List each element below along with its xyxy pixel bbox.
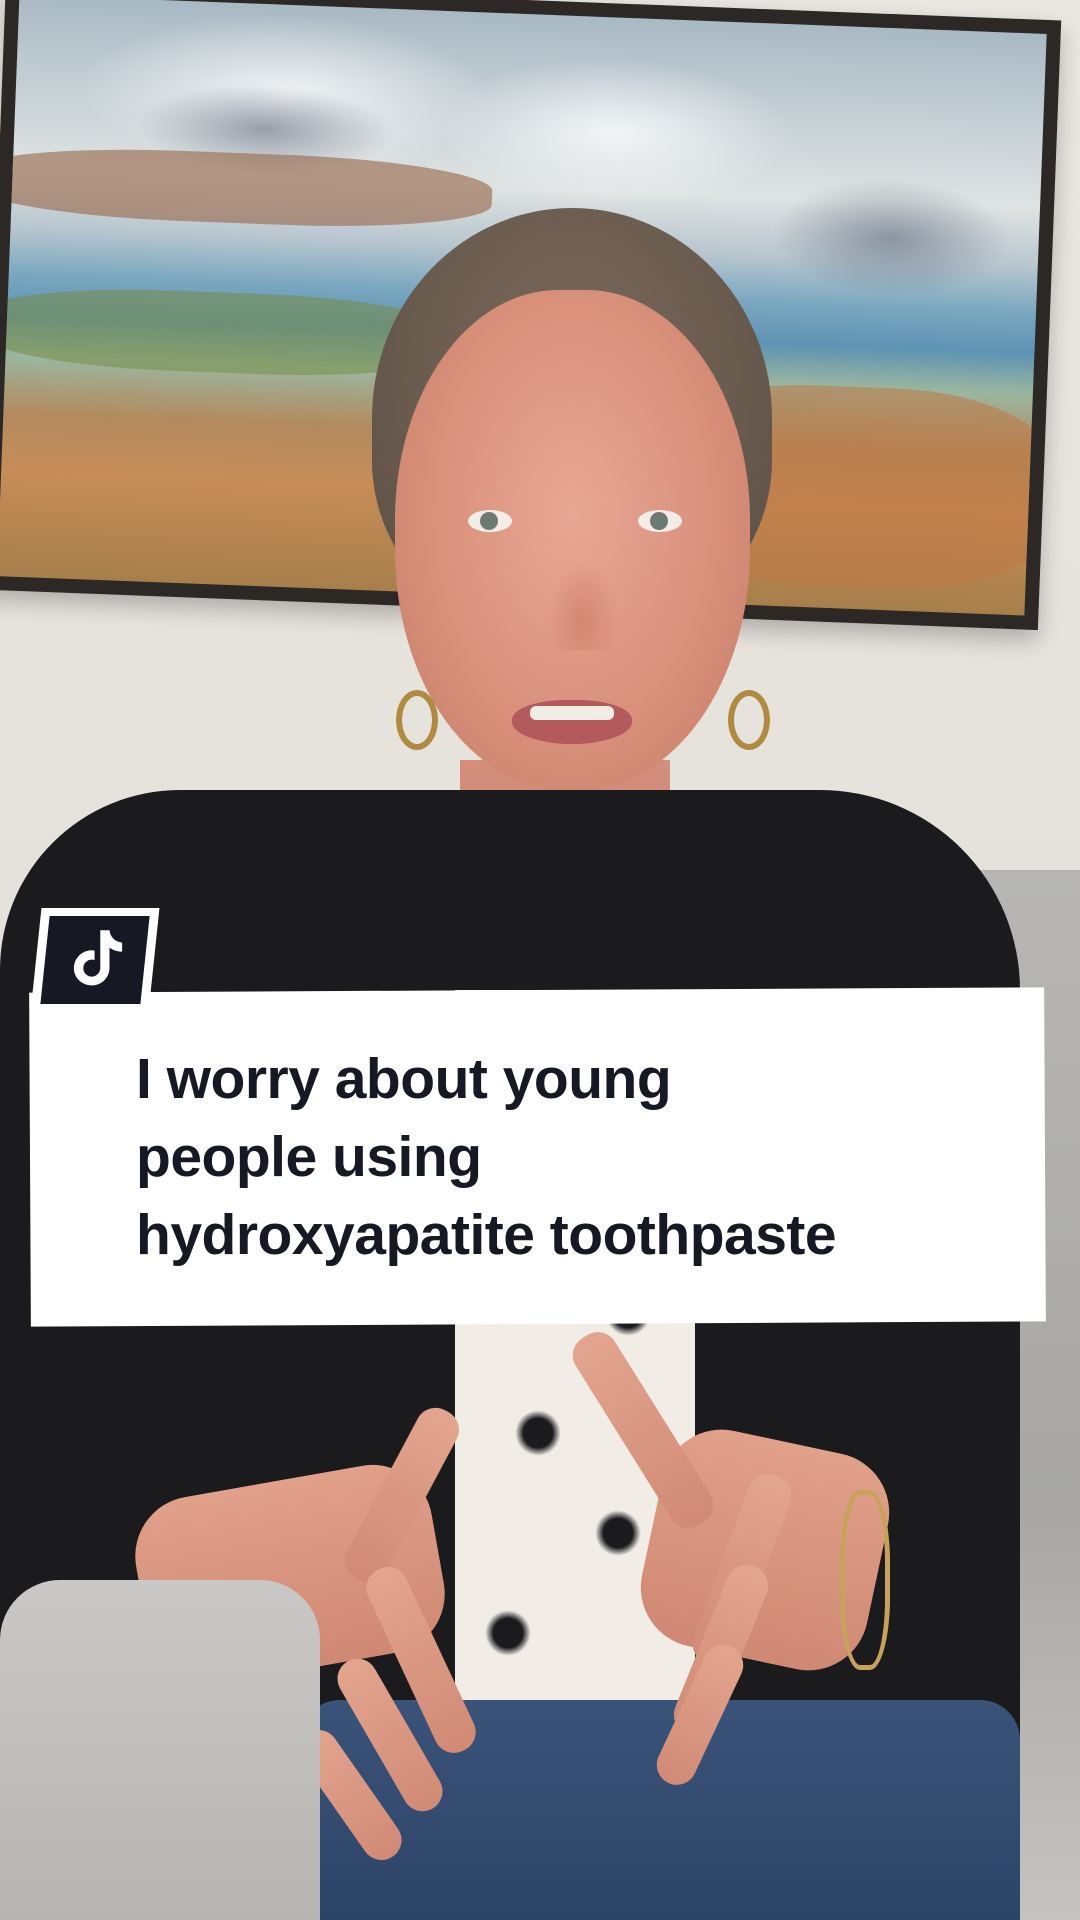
left-earring bbox=[396, 690, 438, 750]
caption-line-3: hydroxyapatite toothpaste bbox=[136, 1203, 837, 1267]
left-eye bbox=[468, 510, 512, 532]
caption-line-1: I worry about young bbox=[136, 1047, 672, 1111]
tiktok-logo-icon bbox=[73, 930, 123, 986]
caption-line-2: people using bbox=[136, 1125, 482, 1189]
caption-text: I worry about young people using hydroxy… bbox=[136, 1040, 1016, 1274]
mouth bbox=[512, 700, 632, 744]
bracelet bbox=[840, 1490, 890, 1670]
nose bbox=[548, 560, 618, 650]
right-eye bbox=[638, 510, 682, 532]
right-earring bbox=[728, 690, 770, 750]
video-frame[interactable]: I worry about young people using hydroxy… bbox=[0, 0, 1080, 1920]
sofa-arm bbox=[0, 1580, 320, 1920]
